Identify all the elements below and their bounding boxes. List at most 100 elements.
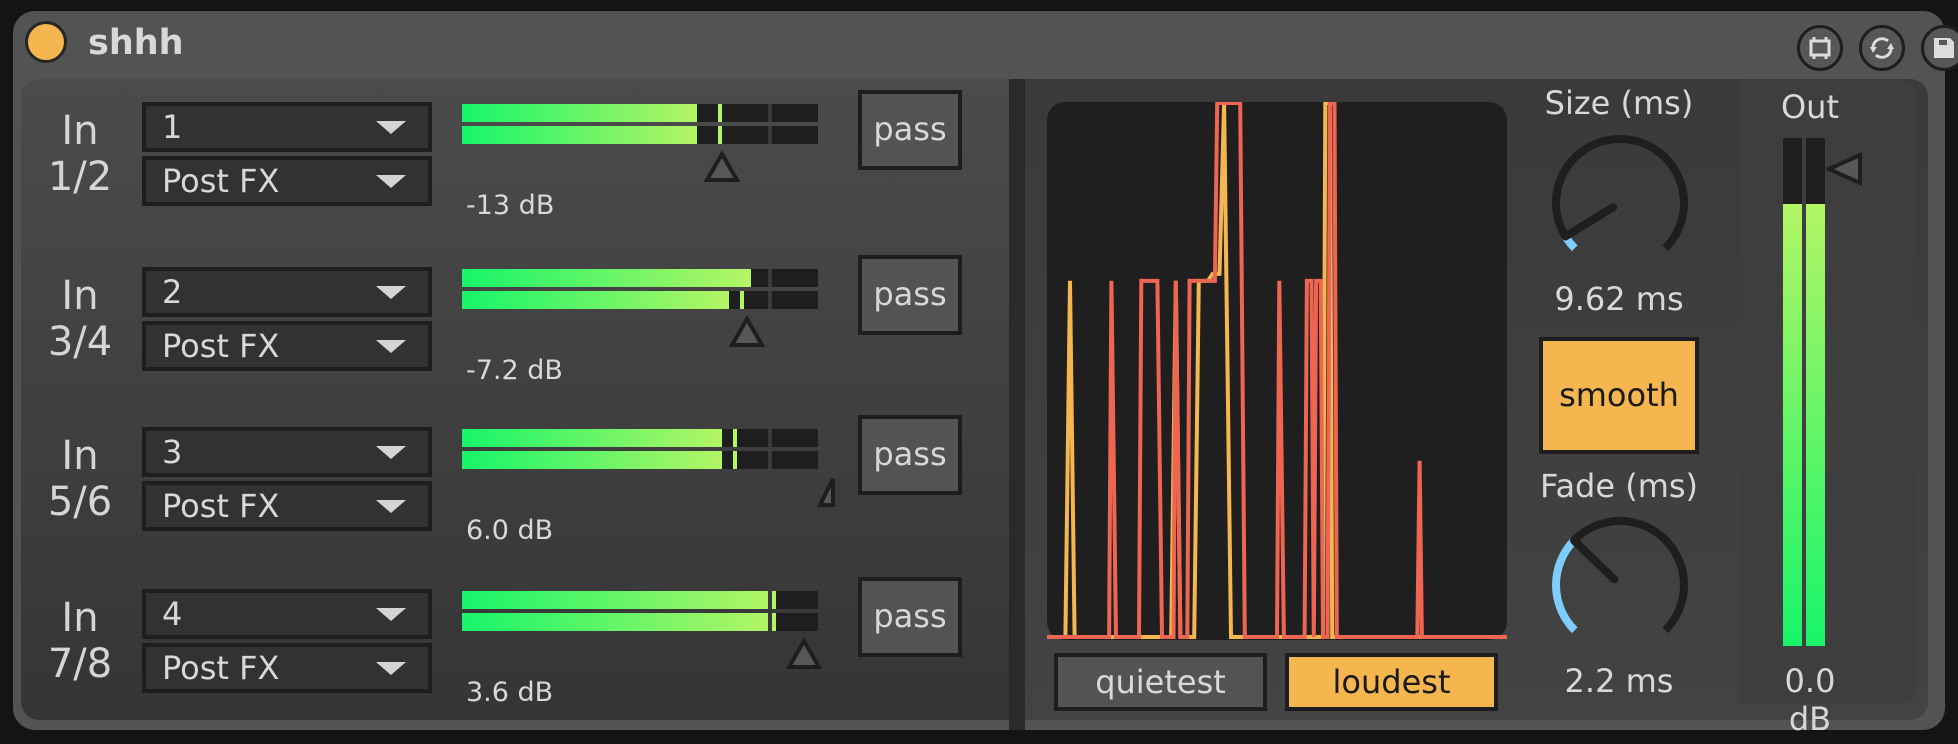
- chevron-down-icon: [376, 662, 406, 675]
- meter-peak: [771, 591, 776, 609]
- meter-peak: [732, 429, 737, 447]
- input-meter: [462, 269, 818, 317]
- chevron-down-icon: [376, 121, 406, 134]
- meter-fill: [462, 291, 729, 309]
- tap-select[interactable]: Post FX: [142, 321, 432, 371]
- input-meter: [462, 591, 818, 639]
- size-knob-label: Size (ms): [1544, 84, 1694, 122]
- output-meter-right: [1806, 138, 1825, 646]
- frame-button[interactable]: [1797, 25, 1843, 71]
- meter-peak: [771, 613, 776, 631]
- input-meter-channel: [462, 104, 818, 122]
- meter-peak: [732, 451, 737, 469]
- channel-select[interactable]: 1: [142, 102, 432, 152]
- input-meter-channel: [462, 429, 818, 447]
- meter-fill: [462, 104, 697, 122]
- input-label: In 5/6: [30, 433, 130, 525]
- meter-peak: [718, 104, 723, 122]
- channel-select-value: 1: [162, 108, 183, 146]
- chevron-down-icon: [376, 175, 406, 188]
- pass-button[interactable]: pass: [858, 255, 962, 335]
- tap-select-value: Post FX: [162, 487, 280, 525]
- chevron-down-icon: [376, 608, 406, 621]
- meter-peak: [718, 126, 723, 144]
- input-label-channels: 3/4: [47, 319, 113, 365]
- output-threshold-slider[interactable]: [1826, 150, 1864, 188]
- input-meter-channel: [462, 126, 818, 144]
- knob-pointer: [1561, 203, 1618, 241]
- channel-select-value: 4: [162, 595, 183, 633]
- level-graph-plot: [1047, 101, 1507, 639]
- input-meter-channel: [462, 269, 818, 287]
- save-button[interactable]: [1921, 25, 1958, 71]
- pass-button[interactable]: pass: [858, 90, 962, 170]
- input-label-prefix: In: [61, 108, 99, 154]
- tap-select[interactable]: Post FX: [142, 481, 432, 531]
- input-level: -13 dB: [466, 190, 555, 221]
- size-knob-value: 9.62 ms: [1554, 280, 1684, 318]
- channel-select[interactable]: 4: [142, 589, 432, 639]
- input-meter-channel: [462, 291, 818, 309]
- input-label: In 3/4: [30, 273, 130, 365]
- size-knob[interactable]: [1547, 130, 1693, 276]
- loudest-series-line: [1047, 101, 1507, 639]
- swap-button[interactable]: [1859, 25, 1905, 71]
- input-meter-channel: [462, 613, 818, 631]
- input-level: 6.0 dB: [466, 515, 554, 546]
- input-label: In 1/2: [30, 108, 130, 200]
- threshold-slider[interactable]: [800, 475, 836, 507]
- input-level: 3.6 dB: [466, 677, 554, 708]
- fade-knob-value: 2.2 ms: [1564, 662, 1674, 700]
- level-graph: [1047, 101, 1507, 640]
- knob-value-arc: [1552, 537, 1578, 634]
- smooth-button[interactable]: smooth: [1539, 337, 1699, 454]
- threshold-slider[interactable]: [703, 150, 740, 182]
- title-bar: shhh: [13, 11, 1958, 75]
- input-meter: [462, 429, 818, 477]
- output-level: 0.0 dB: [1784, 662, 1836, 738]
- fade-knob[interactable]: [1547, 512, 1693, 658]
- chevron-down-icon: [376, 500, 406, 513]
- tap-select-value: Post FX: [162, 327, 280, 365]
- channel-select[interactable]: 2: [142, 267, 432, 317]
- input-label-prefix: In: [61, 595, 99, 641]
- meter-fill: [462, 269, 747, 287]
- input-label-prefix: In: [61, 433, 99, 479]
- chevron-down-icon: [376, 446, 406, 459]
- meter-fill: [462, 451, 722, 469]
- input-label-channels: 7/8: [47, 641, 113, 687]
- quietest-button[interactable]: quietest: [1054, 653, 1267, 711]
- frame-icon: [1809, 37, 1831, 59]
- chevron-down-icon: [376, 340, 406, 353]
- meter-fill: [462, 126, 697, 144]
- knob-pointer: [1570, 536, 1619, 584]
- channel-select-value: 3: [162, 433, 183, 471]
- loudest-button[interactable]: loudest: [1285, 653, 1498, 711]
- meter-fill: [462, 591, 772, 609]
- input-label-channels: 1/2: [47, 154, 113, 200]
- tap-select[interactable]: Post FX: [142, 156, 432, 206]
- pass-button[interactable]: pass: [858, 577, 962, 657]
- swap-icon: [1870, 37, 1894, 59]
- input-level: -7.2 dB: [466, 355, 563, 386]
- panel-divider: [1009, 79, 1025, 730]
- device-title: shhh: [88, 23, 184, 63]
- fade-knob-label: Fade (ms): [1539, 467, 1699, 505]
- input-meter-channel: [462, 591, 818, 609]
- threshold-slider[interactable]: [728, 315, 765, 347]
- save-icon: [1934, 38, 1954, 58]
- device-power-toggle[interactable]: [25, 21, 67, 63]
- channel-select-value: 2: [162, 273, 183, 311]
- input-label: In 7/8: [30, 595, 130, 687]
- threshold-slider[interactable]: [785, 637, 822, 669]
- meter-peak: [746, 269, 751, 287]
- input-label-prefix: In: [61, 273, 99, 319]
- pass-button[interactable]: pass: [858, 415, 962, 495]
- output-label: Out: [1780, 88, 1839, 126]
- meter-fill: [462, 429, 722, 447]
- meter-peak: [739, 291, 744, 309]
- tap-select[interactable]: Post FX: [142, 643, 432, 693]
- input-meter: [462, 104, 818, 152]
- tap-select-value: Post FX: [162, 162, 280, 200]
- channel-select[interactable]: 3: [142, 427, 432, 477]
